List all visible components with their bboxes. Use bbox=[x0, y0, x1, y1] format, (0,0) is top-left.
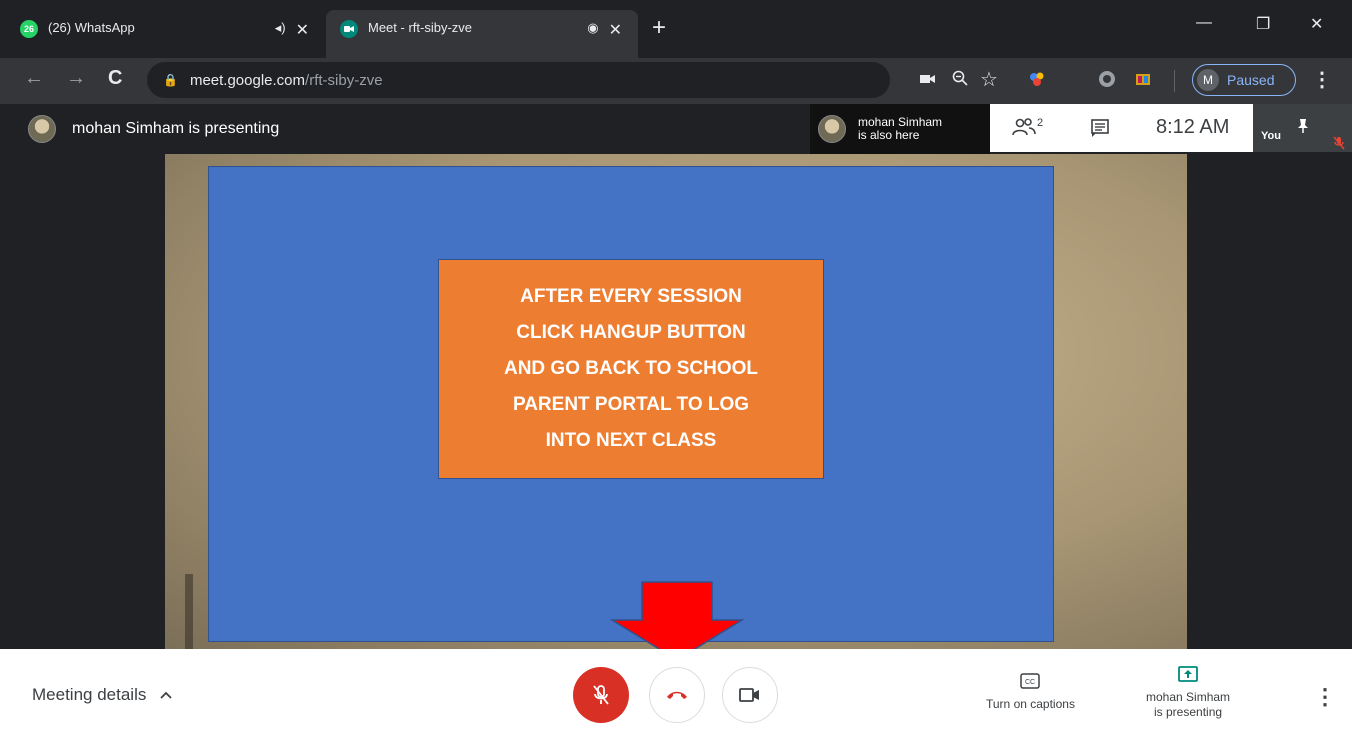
presenter-label: mohan Simham is presenting bbox=[72, 120, 280, 137]
browser-toolbar: ← → C 🔒 meet.google.com/rft-siby-zve ☆ M… bbox=[0, 58, 1352, 104]
people-icon bbox=[1012, 118, 1036, 136]
self-label: You bbox=[1261, 130, 1281, 142]
svg-text:CC: CC bbox=[1025, 679, 1035, 686]
close-tab-icon[interactable]: ✕ bbox=[296, 20, 309, 40]
callout-line: AFTER EVERY SESSION bbox=[520, 286, 742, 307]
toolbar-divider bbox=[1174, 70, 1175, 92]
address-bar[interactable]: 🔒 meet.google.com/rft-siby-zve bbox=[147, 62, 890, 98]
meeting-info-bar: 2 8:12 AM bbox=[990, 104, 1253, 152]
camera-toggle-button[interactable] bbox=[722, 667, 778, 723]
tab-title: (26) WhatsApp bbox=[48, 20, 135, 35]
captions-icon: CC bbox=[1020, 673, 1041, 689]
captions-label: Turn on captions bbox=[986, 697, 1075, 711]
self-view-tile[interactable]: You bbox=[1253, 104, 1352, 152]
avatar bbox=[28, 115, 56, 143]
forward-icon[interactable]: → bbox=[66, 67, 86, 90]
chat-icon bbox=[1091, 119, 1109, 137]
camera-icon bbox=[739, 688, 759, 702]
star-icon[interactable]: ☆ bbox=[980, 67, 998, 92]
mic-off-icon bbox=[593, 685, 609, 705]
participants-count: 2 bbox=[1037, 117, 1044, 129]
video-shadow bbox=[185, 574, 193, 649]
recording-indicator-icon: ◉ bbox=[587, 20, 599, 35]
new-tab-button[interactable]: + bbox=[652, 14, 666, 42]
tab-meet[interactable]: Meet - rft-siby-zve ◉ ✕ bbox=[326, 10, 638, 58]
zoom-icon[interactable] bbox=[952, 70, 968, 91]
participant-note: is also here bbox=[858, 128, 920, 142]
presenting-name: mohan Simham bbox=[1146, 690, 1231, 704]
hangup-icon bbox=[667, 691, 687, 699]
profile-status: Paused bbox=[1227, 72, 1275, 88]
extension-icon[interactable] bbox=[1134, 70, 1152, 93]
close-tab-icon[interactable]: ✕ bbox=[609, 20, 622, 40]
callout-line: CLICK HANGUP BUTTON bbox=[516, 322, 746, 343]
minimize-icon[interactable]: — bbox=[1196, 14, 1212, 32]
mic-off-icon bbox=[1333, 136, 1345, 150]
avatar: M bbox=[1197, 69, 1219, 91]
slide-callout: AFTER EVERY SESSION CLICK HANGUP BUTTON … bbox=[438, 259, 824, 479]
meet-favicon-icon bbox=[340, 20, 358, 38]
extension-icon[interactable] bbox=[1028, 70, 1046, 93]
audio-playing-icon[interactable]: ◂) bbox=[275, 20, 286, 36]
extension-icon[interactable] bbox=[1098, 70, 1116, 93]
callout-line: AND GO BACK TO SCHOOL bbox=[503, 358, 759, 379]
also-here-tile: mohan Simham is also here bbox=[810, 104, 990, 154]
chevron-up-icon bbox=[160, 691, 172, 699]
whatsapp-favicon-icon: 26 bbox=[20, 20, 38, 38]
lock-icon: 🔒 bbox=[163, 73, 178, 87]
back-icon[interactable]: ← bbox=[24, 67, 44, 90]
callout-line: INTO NEXT CLASS bbox=[545, 430, 717, 451]
captions-button[interactable]: CC Turn on captions bbox=[986, 673, 1075, 712]
url-path: /rft-siby-zve bbox=[305, 71, 383, 89]
presenter-banner: mohan Simham is presenting bbox=[0, 104, 810, 154]
reload-icon[interactable]: C bbox=[108, 67, 122, 90]
url-domain: meet.google.com bbox=[189, 71, 306, 89]
meeting-details-label: Meeting details bbox=[32, 685, 147, 704]
meeting-time: 8:12 AM bbox=[1156, 116, 1230, 138]
chat-button[interactable] bbox=[1090, 118, 1110, 143]
presenting-note: is presenting bbox=[1154, 705, 1223, 719]
profile-button[interactable]: M Paused bbox=[1192, 64, 1296, 96]
more-options-icon[interactable]: ⋮ bbox=[1314, 684, 1336, 710]
camera-icon[interactable] bbox=[920, 70, 936, 90]
tab-whatsapp[interactable]: 26 (26) WhatsApp ◂) ✕ bbox=[20, 10, 325, 58]
present-screen-icon bbox=[1178, 666, 1198, 682]
callout-line: PARENT PORTAL TO LOG bbox=[512, 394, 750, 415]
participants-button[interactable]: 2 bbox=[1012, 117, 1043, 137]
restore-icon[interactable]: ❐ bbox=[1256, 14, 1270, 34]
menu-icon[interactable]: ⋮ bbox=[1312, 67, 1332, 92]
hangup-button[interactable] bbox=[649, 667, 705, 723]
pin-icon[interactable] bbox=[1297, 118, 1309, 134]
avatar bbox=[818, 115, 846, 143]
tab-strip: 26 (26) WhatsApp ◂) ✕ Meet - rft-siby-zv… bbox=[0, 0, 1352, 58]
close-window-icon[interactable]: ✕ bbox=[1310, 14, 1323, 34]
present-button[interactable]: mohan Simham is presenting bbox=[1146, 666, 1230, 720]
meeting-details-button[interactable]: Meeting details bbox=[32, 685, 172, 705]
tab-title: Meet - rft-siby-zve bbox=[368, 20, 473, 35]
microphone-toggle-button[interactable] bbox=[573, 667, 629, 723]
